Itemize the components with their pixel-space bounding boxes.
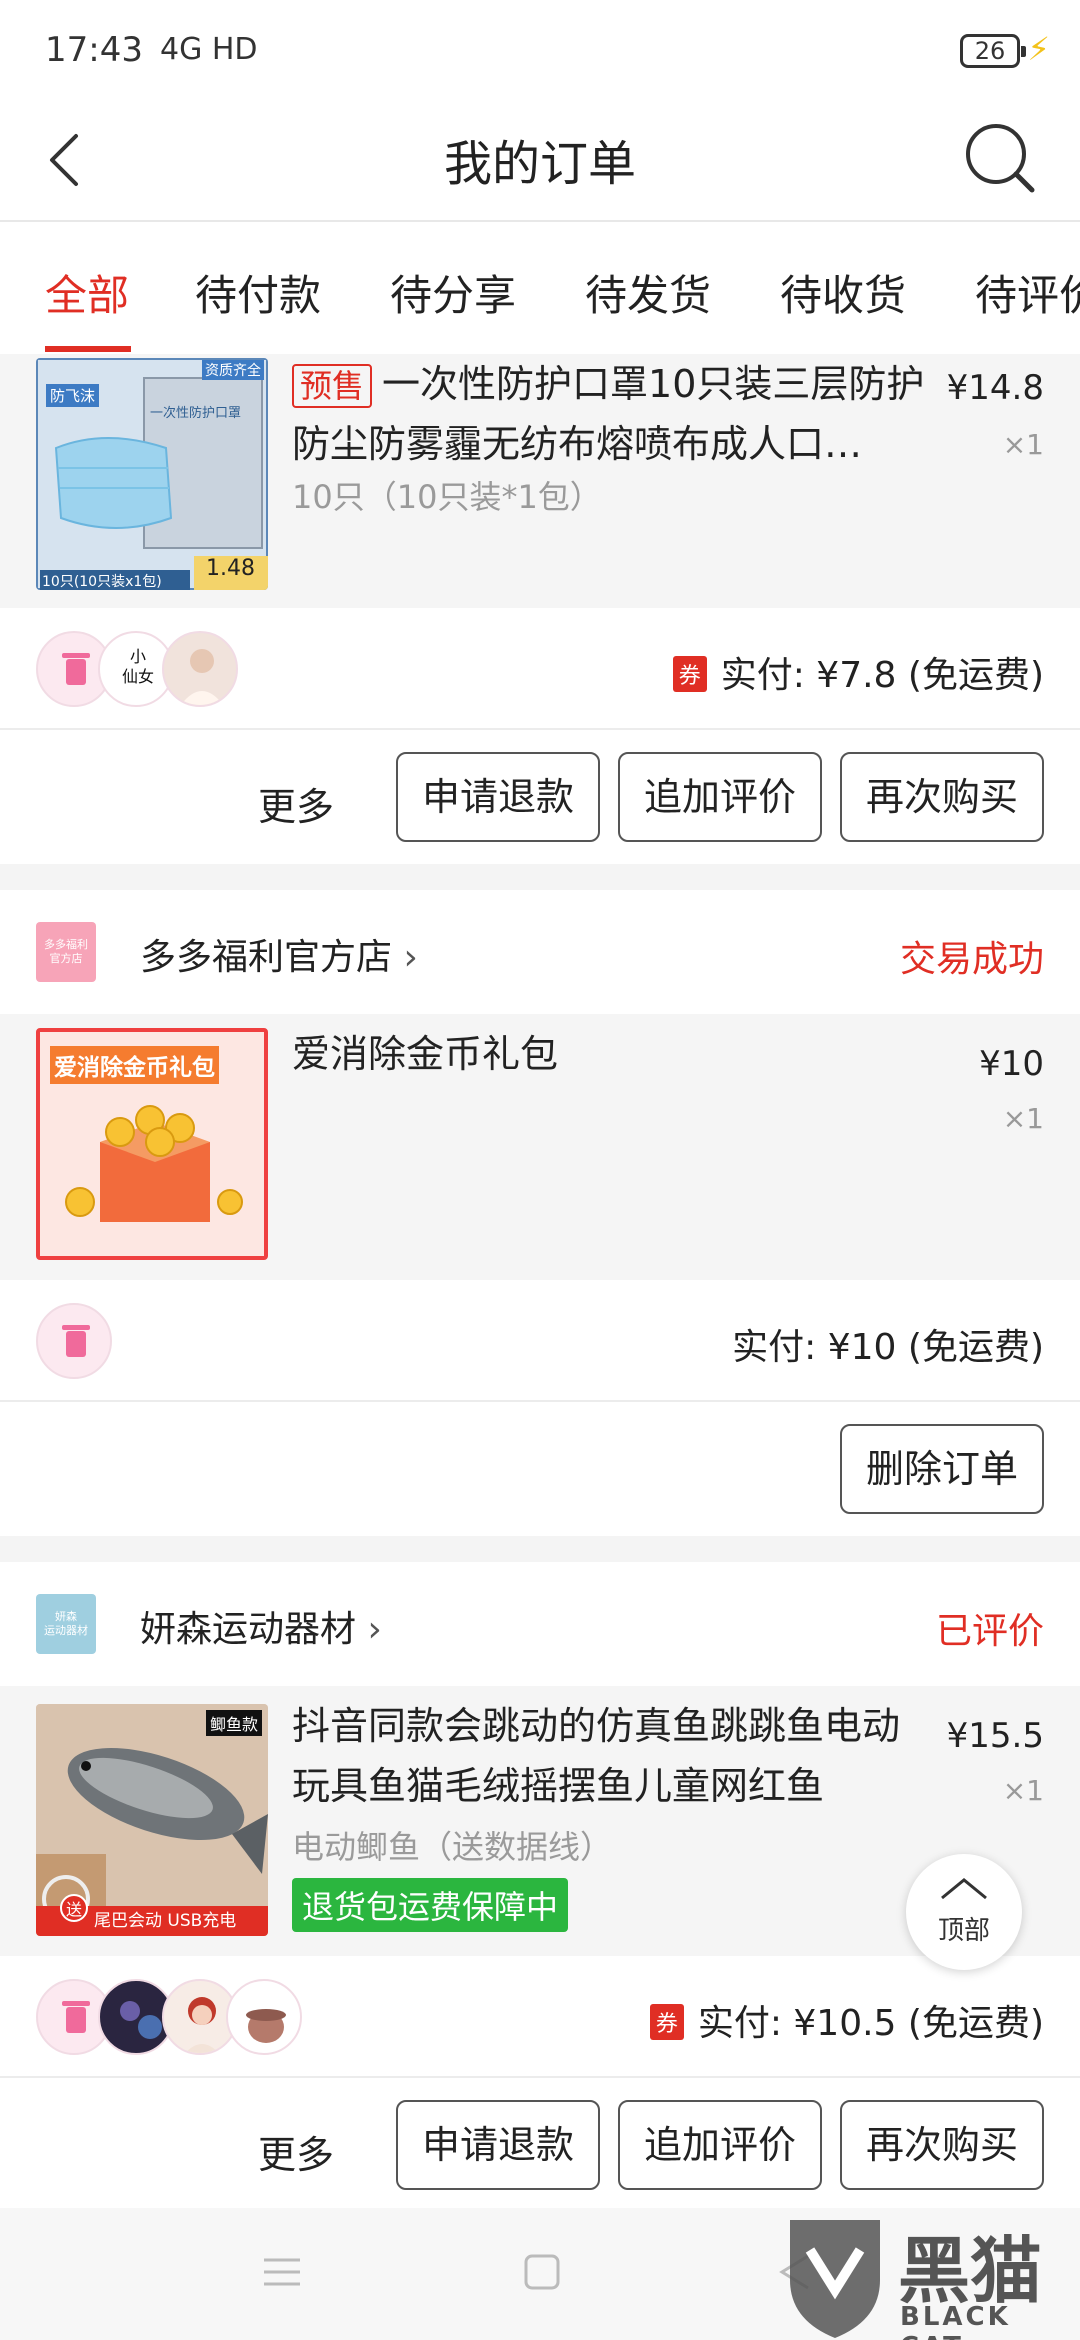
back-to-top-label: 顶部 <box>937 1916 990 1946</box>
tab-to-share[interactable]: 待分享 <box>390 262 516 323</box>
order-1-paid-row: 小仙女 券实付: ¥7.8 (免运费) <box>0 608 1080 730</box>
order-3-actions: 更多 申请退款 追加评价 再次购买 <box>0 2078 1080 2212</box>
shop-logo: 妍森 运动器材 <box>36 1594 96 1654</box>
product-name: 抖音同款会跳动的仿真鱼跳跳鱼电动玩具鱼猫毛绒摇摆鱼儿童网红鱼 <box>292 1704 901 1808</box>
product-name: 爱消除金币礼包 <box>292 1032 559 1076</box>
charging-icon: ⚡ <box>1027 30 1050 68</box>
delete-order-button[interactable]: 删除订单 <box>840 1424 1044 1514</box>
order-2-product[interactable]: 爱消除金币礼包 爱消除金币礼包 ¥10 ×1 <box>0 1014 1080 1280</box>
shop-logo: 多多福利官方店多多福利官方店 <box>36 922 96 982</box>
thumb-corner: 资质齐全 <box>202 360 264 380</box>
thumb-corner: 鲫鱼款 <box>205 1710 262 1736</box>
app-header: 我的订单 <box>0 100 1080 222</box>
thumb-gift-badge: 送 <box>60 1894 88 1922</box>
back-to-top-button[interactable]: 顶部 <box>906 1854 1022 1970</box>
order-status: 交易成功 <box>899 939 1044 980</box>
chevron-right-icon: › <box>403 937 418 978</box>
shipping-guarantee-badge: 退货包运费保障中 <box>292 1878 569 1932</box>
order-2-actions: 删除订单 <box>0 1402 1080 1536</box>
status-time: 17:43 <box>45 30 143 70</box>
order-1-product[interactable]: 防飞沫 资质齐全 一次性防护口罩 10只(10只装x1包) 1.48 预售 一次性… <box>0 354 1080 608</box>
tab-to-review[interactable]: 待评价 <box>975 262 1080 323</box>
trash-icon <box>62 653 90 685</box>
buy-again-button[interactable]: 再次购买 <box>840 752 1044 842</box>
refund-button[interactable]: 申请退款 <box>396 752 600 842</box>
product-qty: ×1 <box>1002 1774 1044 1807</box>
avatar <box>162 631 238 707</box>
tab-all[interactable]: 全部 <box>45 262 129 323</box>
battery-icon: 26 <box>960 34 1026 68</box>
product-qty: ×1 <box>1002 1102 1044 1135</box>
tab-to-receive[interactable]: 待收货 <box>780 262 906 323</box>
product-price: ¥10 <box>979 1044 1044 1084</box>
network-indicator: 4G HD <box>160 32 258 67</box>
refund-button[interactable]: 申请退款 <box>396 2100 600 2190</box>
product-thumbnail-fish: 鲫鱼款 尾巴会动 USB充电 送 <box>36 1704 268 1936</box>
avatar <box>226 1979 302 2055</box>
status-bar: 17:43 4G HD 26 ⚡ <box>0 0 1080 100</box>
order-3-paid-row: 券实付: ¥10.5 (免运费) <box>0 1956 1080 2078</box>
add-review-button[interactable]: 追加评价 <box>618 752 822 842</box>
order-tabs: 全部 待付款 待分享 待发货 待收货 待评价 <box>0 222 1080 354</box>
thumb-price: 1.48 <box>206 556 255 581</box>
more-button[interactable]: 更多 <box>258 776 334 831</box>
divider <box>0 1536 1080 1562</box>
active-tab-indicator <box>45 346 131 352</box>
thumb-brand: 防飞沫 <box>46 384 100 407</box>
cat-shield-logo-icon <box>790 2220 880 2338</box>
thumb-banner: 爱消除金币礼包 <box>50 1046 219 1084</box>
shop-name[interactable]: 多多福利官方店 › <box>140 928 418 980</box>
more-button[interactable]: 更多 <box>258 2124 334 2179</box>
product-price: ¥15.5 <box>946 1716 1044 1756</box>
tab-to-ship[interactable]: 待发货 <box>585 262 711 323</box>
divider <box>0 864 1080 890</box>
paid-amount: 券实付: ¥7.8 (免运费) <box>672 646 1044 698</box>
order-3-shop-header[interactable]: 妍森 运动器材 妍森运动器材 › 已评价 <box>0 1562 1080 1686</box>
home-icon[interactable] <box>522 2252 562 2292</box>
search-icon[interactable] <box>960 118 1040 198</box>
chevron-up-icon <box>941 1878 987 1900</box>
product-qty: ×1 <box>1002 428 1044 461</box>
avatar <box>36 1303 112 1379</box>
page-title: 我的订单 <box>443 136 636 192</box>
order-status: 已评价 <box>935 1611 1044 1652</box>
paid-amount: 实付: ¥10 (免运费) <box>732 1327 1044 1368</box>
paid-amount: 券实付: ¥10.5 (免运费) <box>649 1994 1044 2046</box>
watermark-en: BLACK CAT <box>900 2302 1011 2340</box>
product-thumbnail-mask: 防飞沫 资质齐全 一次性防护口罩 10只(10只装x1包) 1.48 <box>36 358 268 590</box>
coupon-icon: 券 <box>649 2004 684 2040</box>
product-name: 预售 一次性防护口罩10只装三层防护防尘防雾霾无纺布熔喷布成人口… <box>292 362 925 466</box>
product-spec: 10只（10只装*1包） <box>292 478 602 516</box>
trash-icon <box>62 2001 90 2033</box>
black-cat-watermark: 黑猫 BLACK CAT <box>780 2210 1070 2340</box>
add-review-button[interactable]: 追加评价 <box>618 2100 822 2190</box>
shop-name[interactable]: 妍森运动器材 › <box>140 1600 382 1652</box>
trash-icon <box>62 1325 90 1357</box>
thumb-bottom: 10只(10只装x1包) <box>42 574 162 590</box>
order-2-paid-row: 实付: ¥10 (免运费) <box>0 1280 1080 1402</box>
coupon-icon: 券 <box>672 656 707 692</box>
chevron-right-icon: › <box>367 1609 382 1650</box>
product-thumbnail-coins: 爱消除金币礼包 <box>36 1028 268 1260</box>
presale-tag: 预售 <box>292 364 373 408</box>
order-1-actions: 更多 申请退款 追加评价 再次购买 <box>0 730 1080 864</box>
product-spec: 电动鲫鱼（送数据线） <box>292 1828 613 1866</box>
tab-to-pay[interactable]: 待付款 <box>195 262 321 323</box>
order-2-shop-header[interactable]: 多多福利官方店多多福利官方店 多多福利官方店 › 交易成功 <box>0 890 1080 1014</box>
thumb-pack: 一次性防护口罩 <box>150 406 242 421</box>
buy-again-button[interactable]: 再次购买 <box>840 2100 1044 2190</box>
menu-icon[interactable] <box>262 2252 302 2292</box>
product-price: ¥14.8 <box>946 368 1044 408</box>
